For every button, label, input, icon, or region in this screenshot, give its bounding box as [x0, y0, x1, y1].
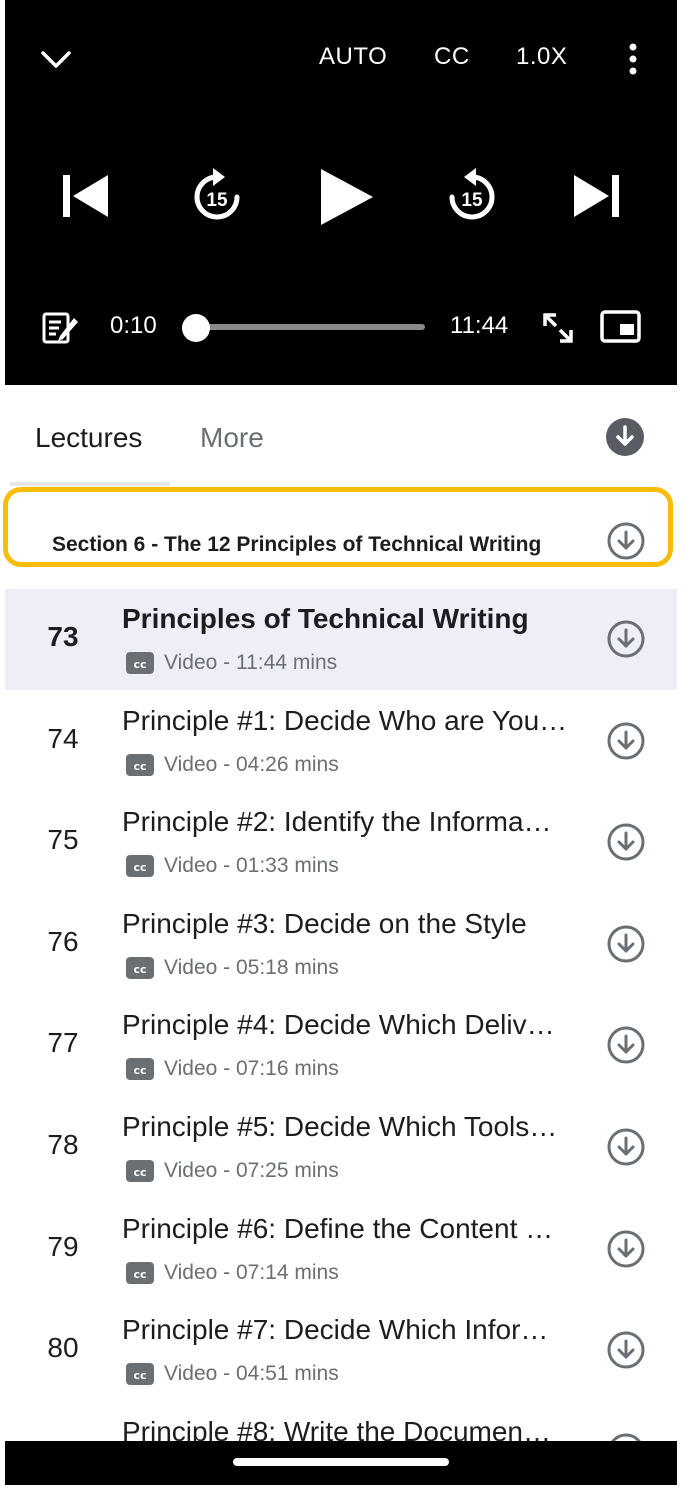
lecture-row[interactable]: 74 Principle #1: Decide Who are You… cc Vid…	[5, 691, 677, 792]
closed-captions-icon: cc	[126, 754, 154, 776]
closed-captions-icon: cc	[126, 1160, 154, 1182]
svg-text:cc: cc	[133, 963, 146, 975]
fullscreen-icon[interactable]	[540, 310, 576, 346]
picture-in-picture-icon[interactable]	[600, 309, 642, 345]
download-lecture-icon[interactable]	[606, 822, 646, 862]
chevron-down-icon[interactable]	[40, 48, 72, 72]
forward-15-icon[interactable]: 15	[440, 165, 504, 229]
playback-speed-button[interactable]: 1.0X	[516, 43, 567, 71]
svg-text:cc: cc	[133, 861, 146, 873]
lecture-number: 73	[47, 621, 79, 652]
lecture-title: Principles of Technical Writing	[122, 603, 529, 634]
lecture-duration: Video - 07:25 mins	[164, 1159, 339, 1182]
lecture-meta: cc Video - 07:16 mins	[126, 1057, 339, 1081]
seek-thumb[interactable]	[182, 314, 210, 342]
download-lecture-icon[interactable]	[606, 1127, 646, 1167]
closed-captions-icon: cc	[126, 957, 154, 979]
tab-more[interactable]: More	[200, 422, 264, 454]
closed-captions-icon: cc	[126, 1363, 154, 1385]
lecture-number: 74	[47, 723, 79, 754]
lecture-row[interactable]: 73 Principles of Technical Writing cc Video…	[5, 589, 677, 690]
lecture-number: 76	[47, 926, 79, 957]
lecture-duration: Video - 04:51 mins	[164, 1362, 339, 1385]
lecture-title: Principle #3: Decide on the Style	[122, 908, 527, 939]
lecture-row[interactable]: 75 Principle #2: Identify the Informa… cc V…	[5, 792, 677, 893]
rewind-15-icon[interactable]: 15	[185, 165, 249, 229]
duration: 11:44	[450, 312, 509, 339]
lecture-duration: Video - 07:16 mins	[164, 1057, 339, 1080]
lecture-title: Principle #1: Decide Who are You…	[122, 705, 568, 736]
lecture-meta: cc Video - 11:44 mins	[126, 651, 337, 675]
system-navigation-bar	[5, 1441, 677, 1485]
lecture-number: 78	[47, 1129, 79, 1160]
svg-text:cc: cc	[133, 1369, 146, 1381]
svg-text:cc: cc	[133, 1064, 146, 1076]
lecture-number: 80	[47, 1332, 79, 1363]
lecture-meta: cc Video - 07:14 mins	[126, 1261, 339, 1285]
quality-button[interactable]: AUTO	[319, 43, 387, 71]
lecture-meta: cc Video - 01:33 mins	[126, 854, 339, 878]
play-icon[interactable]	[313, 165, 377, 229]
lecture-duration: Video - 04:26 mins	[164, 753, 339, 776]
svg-text:15: 15	[461, 190, 483, 211]
download-lecture-icon[interactable]	[606, 619, 646, 659]
closed-captions-icon: cc	[126, 1262, 154, 1284]
lecture-number: 79	[47, 1231, 79, 1262]
current-time: 0:10	[110, 312, 157, 339]
captions-button[interactable]: CC	[434, 43, 470, 71]
section-header[interactable]: Section 6 - The 12 Principles of Technic…	[3, 487, 673, 567]
svg-text:cc: cc	[133, 658, 146, 670]
lecture-meta: cc Video - 07:25 mins	[126, 1159, 339, 1183]
download-all-icon[interactable]	[605, 417, 645, 457]
lecture-title: Principle #7: Decide Which Infor…	[122, 1314, 549, 1345]
svg-text:15: 15	[206, 190, 228, 211]
lecture-title: Principle #2: Identify the Informa…	[122, 806, 552, 837]
lecture-number: 77	[47, 1027, 79, 1058]
video-player[interactable]: AUTO CC 1.0X 15 15 0:10 11:44	[5, 0, 677, 385]
closed-captions-icon: cc	[126, 855, 154, 877]
lecture-duration: Video - 01:33 mins	[164, 854, 339, 877]
lecture-title: Principle #4: Decide Which Deliv…	[122, 1009, 555, 1040]
lecture-row[interactable]: 77 Principle #4: Decide Which Deliv… cc Vid…	[5, 995, 677, 1096]
more-options-icon[interactable]	[625, 42, 641, 76]
lecture-row[interactable]: 79 Principle #6: Define the Content … cc Vi…	[5, 1199, 677, 1300]
lecture-row[interactable]: 78 Principle #5: Decide Which Tools… cc Vid…	[5, 1097, 677, 1198]
section-title: Section 6 - The 12 Principles of Technic…	[52, 533, 542, 556]
download-lecture-icon[interactable]	[606, 721, 646, 761]
lecture-duration: Video - 11:44 mins	[164, 651, 338, 674]
skip-next-icon[interactable]	[572, 172, 622, 220]
lecture-duration: Video - 07:14 mins	[164, 1261, 339, 1284]
closed-captions-icon: cc	[126, 1058, 154, 1080]
tab-lectures[interactable]: Lectures	[35, 422, 142, 454]
svg-text:cc: cc	[133, 1268, 146, 1280]
lecture-title: Principle #5: Decide Which Tools…	[122, 1111, 558, 1142]
skip-previous-icon[interactable]	[60, 172, 110, 220]
download-lecture-icon[interactable]	[606, 1229, 646, 1269]
lecture-meta: cc Video - 04:26 mins	[126, 753, 339, 777]
lecture-meta: cc Video - 04:51 mins	[126, 1362, 339, 1386]
notes-icon[interactable]	[41, 310, 79, 346]
download-lecture-icon[interactable]	[606, 1025, 646, 1065]
home-handle[interactable]	[233, 1458, 449, 1466]
lecture-meta: cc Video - 05:18 mins	[126, 956, 339, 980]
lecture-title: Principle #6: Define the Content …	[122, 1213, 554, 1244]
download-lecture-icon[interactable]	[606, 1330, 646, 1370]
lecture-row[interactable]: 76 Principle #3: Decide on the Style cc Vid…	[5, 894, 677, 995]
download-section-icon[interactable]	[606, 521, 646, 561]
lecture-duration: Video - 05:18 mins	[164, 956, 339, 979]
seek-bar[interactable]	[193, 324, 425, 330]
lecture-number: 75	[47, 824, 79, 855]
tab-divider	[10, 482, 170, 486]
download-lecture-icon[interactable]	[606, 924, 646, 964]
svg-text:cc: cc	[133, 760, 146, 772]
closed-captions-icon: cc	[126, 652, 154, 674]
svg-text:cc: cc	[133, 1166, 146, 1178]
lecture-row[interactable]: 80 Principle #7: Decide Which Infor… cc Vid…	[5, 1300, 677, 1401]
